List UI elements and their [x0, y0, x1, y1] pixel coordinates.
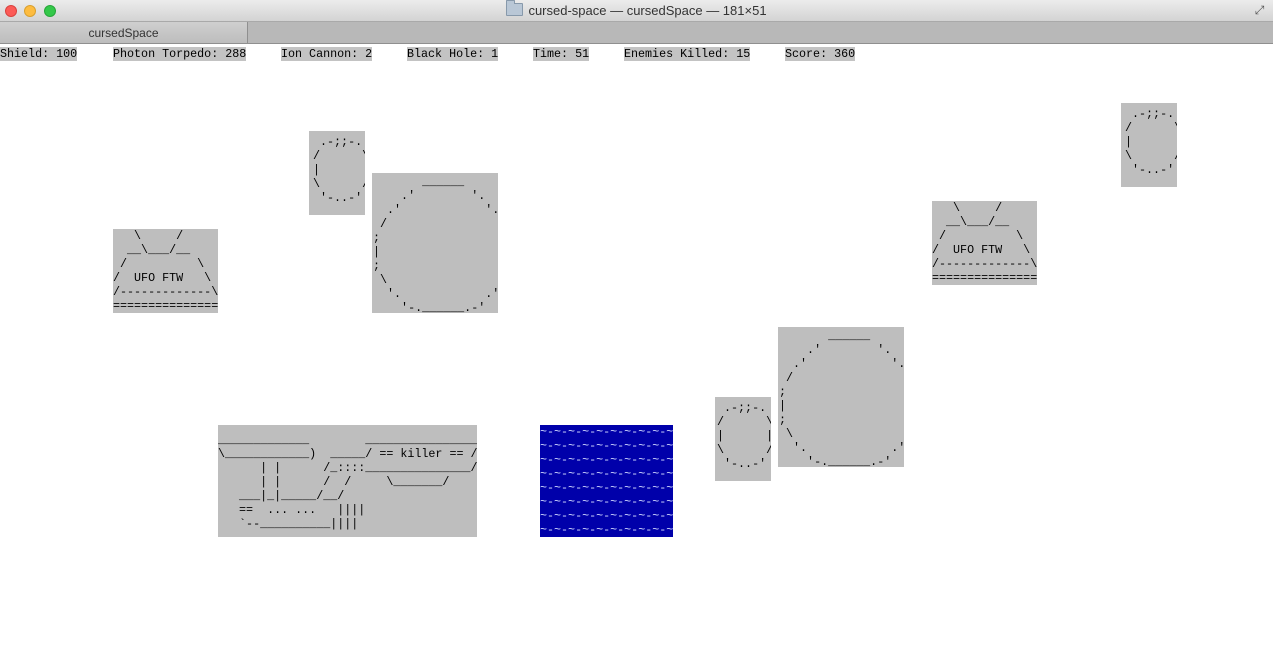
- hud-score: Score: 360: [785, 47, 856, 61]
- hud-black-hole: Black Hole: 1: [407, 47, 499, 61]
- ufo-enemy: \ / __\___/__ / \ / UFO FTW \ /---------…: [932, 201, 1037, 285]
- asteroid-small: .-;;-. / \ | | \ / '-..-': [715, 397, 771, 481]
- hud-photon-torpedo: Photon Torpedo: 288: [113, 47, 247, 61]
- asteroid-small: .-;;-. / \ | | \ / '-..-': [309, 131, 365, 215]
- asteroid-large: ______ .' '. .' '. / \ ; ; | | ; ; \ / '…: [372, 173, 498, 313]
- asteroid-small: .-;;-. / \ | | \ / '-..-': [1121, 103, 1177, 187]
- window-title-text: cursed-space — cursedSpace — 181×51: [528, 3, 767, 18]
- hud-shield: Shield: 100: [0, 47, 78, 61]
- terminal-screen[interactable]: Shield: 100 Photon Torpedo: 288 Ion Cann…: [0, 44, 1273, 648]
- player-ship: _____________ ________________ \________…: [218, 425, 477, 537]
- folder-icon: [506, 0, 524, 16]
- window-titlebar: cursed-space — cursedSpace — 181×51 ⤢: [0, 0, 1273, 22]
- laser-beam: ~-~-~-~-~-~-~-~-~-~-~-~-~-~-~-~ ~-~-~-~-…: [540, 425, 673, 537]
- tab-bar: cursedSpace: [0, 22, 1273, 44]
- ufo-enemy: \ / __\___/__ / \ / UFO FTW \ /---------…: [113, 229, 218, 313]
- hud-ion-cannon: Ion Cannon: 2: [281, 47, 373, 61]
- asteroid-large: ______ .' '. .' '. / \ ; ; | | ; ; \ / '…: [778, 327, 904, 467]
- window-title: cursed-space — cursedSpace — 181×51: [0, 0, 1273, 18]
- hud-time: Time: 51: [533, 47, 590, 61]
- fullscreen-icon[interactable]: ⤢: [1253, 4, 1266, 17]
- hud-enemies-killed: Enemies Killed: 15: [624, 47, 751, 61]
- tab-cursedspace[interactable]: cursedSpace: [0, 22, 248, 43]
